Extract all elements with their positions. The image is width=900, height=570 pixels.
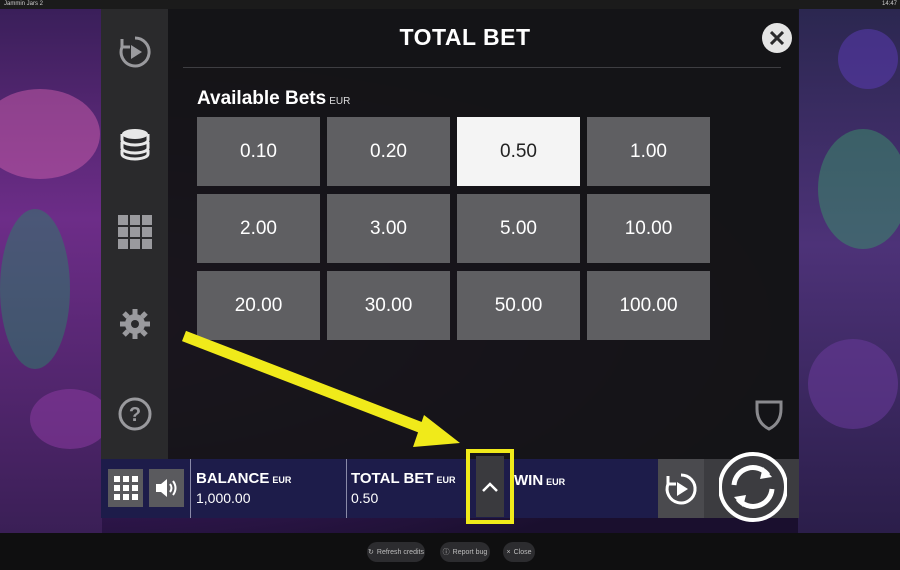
window-title: Jammin Jars 2 xyxy=(4,1,44,7)
grid-icon xyxy=(113,476,138,500)
sound-button[interactable] xyxy=(149,469,184,507)
footer-close-button[interactable]: × Close xyxy=(503,542,535,562)
background-decoration xyxy=(0,209,70,369)
clock: 14:47 xyxy=(881,1,897,7)
bet-option[interactable]: 5.00 xyxy=(457,194,580,263)
refresh-credits-button[interactable]: ↻ Refresh credits xyxy=(367,542,425,562)
divider xyxy=(190,459,191,518)
background-decoration xyxy=(0,89,100,179)
divider xyxy=(346,459,347,518)
shield-icon xyxy=(755,400,783,431)
close-icon xyxy=(770,31,784,45)
coins-icon[interactable] xyxy=(117,126,153,162)
title-divider xyxy=(183,67,781,68)
autoplay-icon xyxy=(665,472,697,504)
bet-option[interactable]: 10.00 xyxy=(587,194,710,263)
bet-option[interactable]: 1.00 xyxy=(587,117,710,186)
help-icon[interactable]: ? xyxy=(117,396,153,432)
refresh-icon: ↻ xyxy=(368,549,374,556)
total-bet-heading: TOTAL BET EUR xyxy=(351,470,456,487)
bet-option[interactable]: 100.00 xyxy=(587,271,710,340)
win-heading: WIN EUR xyxy=(514,472,565,489)
settings-gear-icon[interactable] xyxy=(117,306,153,342)
bet-option[interactable]: 3.00 xyxy=(327,194,450,263)
window-titlebar: Jammin Jars 2 14:47 xyxy=(0,0,900,9)
available-bets-unit: EUR xyxy=(329,96,351,107)
report-bug-label: Report bug xyxy=(452,548,488,556)
close-button[interactable] xyxy=(762,23,792,53)
bet-option[interactable]: 30.00 xyxy=(327,271,450,340)
available-bets-label: Available Bets xyxy=(197,88,327,109)
bet-option[interactable]: 20.00 xyxy=(197,271,320,340)
background-decoration xyxy=(838,29,898,89)
bet-option[interactable]: 0.10 xyxy=(197,117,320,186)
menu-grid-button[interactable] xyxy=(108,469,143,507)
refresh-credits-label: Refresh credits xyxy=(376,548,424,556)
balance-unit: EUR xyxy=(272,475,292,485)
total-bet-value: 0.50 xyxy=(351,490,379,506)
background-art-right xyxy=(798,9,900,533)
bet-option[interactable]: 2.00 xyxy=(197,194,320,263)
background-art-left xyxy=(0,9,110,533)
close-label: Close xyxy=(513,548,532,556)
info-icon: ⓘ xyxy=(442,549,450,556)
available-bets-heading: Available Bets EUR xyxy=(197,88,350,110)
background-decoration xyxy=(818,129,900,249)
game-screen: Jammin Jars 2 14:47 ? TOTAL BET Availabl… xyxy=(0,0,900,570)
background-decoration xyxy=(808,339,898,429)
close-icon: × xyxy=(506,548,511,556)
win-unit: EUR xyxy=(546,477,566,487)
win-label: WIN xyxy=(514,472,544,489)
panel-title: TOTAL BET xyxy=(399,24,531,50)
total-bet-unit: EUR xyxy=(436,475,456,485)
autoplay-icon[interactable] xyxy=(117,34,153,70)
spin-button[interactable] xyxy=(719,451,787,523)
autoplay-button[interactable] xyxy=(658,459,704,518)
report-bug-button[interactable]: ⓘ Report bug xyxy=(440,542,490,562)
bet-option[interactable]: 0.50 xyxy=(457,117,580,186)
background-decoration xyxy=(30,389,110,449)
bet-options-grid: 0.10 0.20 0.50 1.00 2.00 3.00 5.00 10.00… xyxy=(197,117,710,340)
bet-option[interactable]: 0.20 xyxy=(327,117,450,186)
svg-text:?: ? xyxy=(129,404,141,426)
bet-option[interactable]: 50.00 xyxy=(457,271,580,340)
balance-label: BALANCE xyxy=(196,470,270,487)
total-bet-label: TOTAL BET xyxy=(351,470,434,487)
balance-value: 1,000.00 xyxy=(196,490,251,506)
highlight-box xyxy=(466,449,514,524)
paytable-grid-icon[interactable] xyxy=(117,214,153,250)
speaker-icon xyxy=(155,479,176,497)
balance-heading: BALANCE EUR xyxy=(196,470,291,487)
